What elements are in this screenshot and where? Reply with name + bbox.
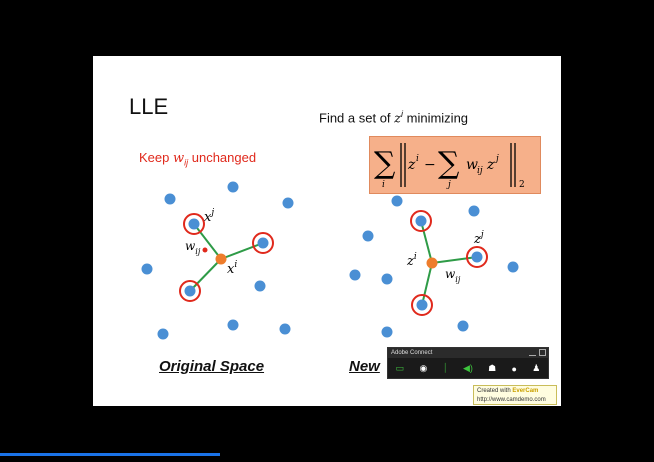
label-wij: wij (185, 239, 201, 256)
neighbor-point-xj (188, 218, 200, 230)
attendees-icon[interactable]: ☗ (488, 363, 496, 374)
notification-icon[interactable]: ♟ (532, 363, 540, 374)
edge-zi-top (420, 220, 433, 264)
label-wij-new: wij (445, 267, 461, 284)
minimize-icon[interactable] (529, 349, 536, 356)
center-point-zi (426, 257, 438, 269)
panel-toolbar: ▭ ◉ ⏐ ◀) ☗ ● ♟ (388, 360, 548, 377)
center-point-xi (215, 253, 227, 265)
label-zi: zi (406, 252, 417, 269)
data-point (507, 261, 519, 273)
weight-marker (202, 247, 208, 253)
new-space-graph: zj zi wij (349, 195, 519, 338)
microphone-icon[interactable]: ⏐ (443, 363, 448, 374)
data-point (468, 205, 480, 217)
adobe-connect-panel[interactable]: Adobe Connect ▭ ◉ ⏐ ◀) ☗ ● ♟ (387, 347, 549, 379)
original-space-caption: Original Space (159, 358, 265, 375)
label-xi: xi (227, 260, 237, 277)
video-frame: LLE Find a set of zi minimizing Keep wij… (0, 0, 654, 462)
data-point (391, 195, 403, 207)
data-point (457, 320, 469, 332)
watermark-line2: http://www.camdemo.com (477, 397, 546, 403)
data-point (349, 269, 361, 281)
data-point (381, 273, 393, 285)
data-point (164, 193, 176, 205)
label-xj: xj (204, 208, 214, 225)
data-point (141, 263, 153, 275)
speaker-icon[interactable]: ◀) (463, 363, 473, 374)
screen-share-icon[interactable]: ▭ (396, 363, 405, 374)
neighbor-point (415, 215, 427, 227)
evercam-watermark: Created with EverCam http://www.camdemo.… (473, 385, 557, 405)
original-space-graph: xj xi wij (141, 181, 294, 340)
playback-progress-bar[interactable] (0, 453, 220, 456)
data-point (227, 181, 239, 193)
watermark-line1: Created with EverCam (477, 388, 539, 394)
maximize-icon[interactable] (539, 349, 546, 356)
neighbor-point (416, 299, 428, 311)
data-point (157, 328, 169, 340)
edge-xi-bottom (189, 258, 222, 292)
label-zj: zj (473, 230, 484, 247)
data-point (381, 326, 393, 338)
panel-title: Adobe Connect (391, 350, 433, 356)
data-point (279, 323, 291, 335)
panel-titlebar[interactable]: Adobe Connect (388, 348, 548, 358)
neighbor-point-zj (471, 251, 483, 263)
data-point (227, 319, 239, 331)
data-point (254, 280, 266, 292)
data-point (282, 197, 294, 209)
neighbor-point (184, 285, 196, 297)
edge-zi-zj (431, 256, 478, 264)
neighbor-point (257, 237, 269, 249)
chat-icon[interactable]: ● (512, 364, 517, 374)
data-point (362, 230, 374, 242)
new-space-caption: New (349, 358, 380, 375)
webcam-icon[interactable]: ◉ (419, 363, 427, 374)
